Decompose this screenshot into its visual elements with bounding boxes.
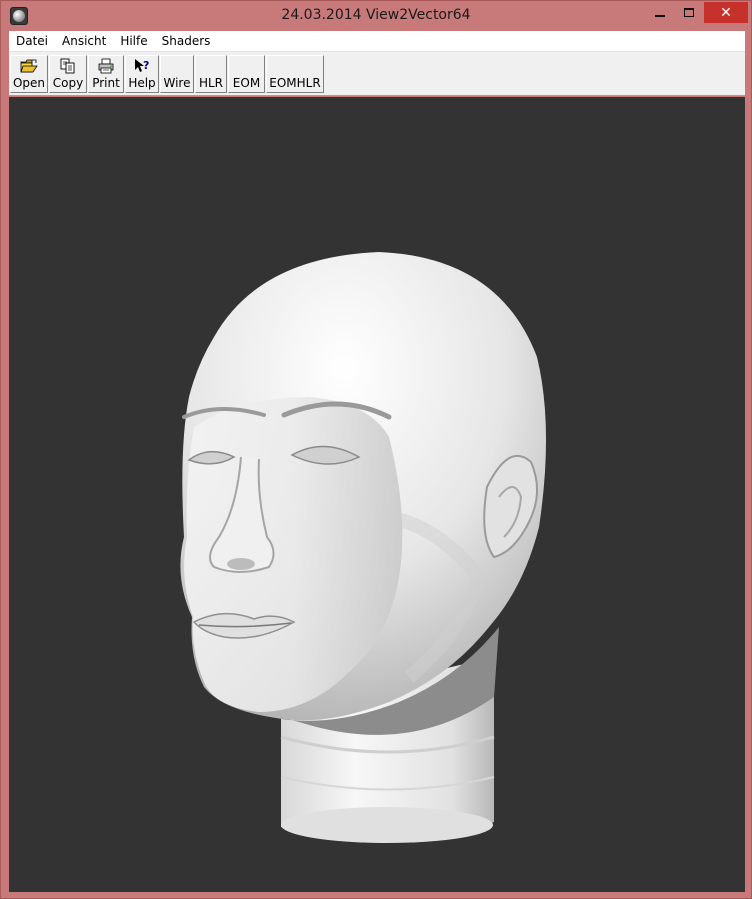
copy-button[interactable]: Copy	[49, 55, 87, 93]
3d-viewport[interactable]	[9, 97, 745, 892]
help-pointer-icon: ?	[135, 59, 149, 72]
wire-button-label: Wire	[163, 76, 191, 90]
help-button-label: Help	[128, 76, 156, 90]
print-button-label: Print	[92, 76, 120, 90]
eomhlr-button[interactable]: EOMHLR	[266, 55, 324, 93]
menu-bar: Datei Ansicht Hilfe Shaders	[9, 31, 745, 52]
printer-icon	[98, 58, 114, 74]
window-title: 24.03.2014 View2Vector64	[281, 7, 471, 23]
copy-button-label: Copy	[52, 76, 84, 90]
minimize-button[interactable]	[646, 2, 674, 23]
hlr-button-label: HLR	[198, 76, 224, 90]
menu-hilfe[interactable]: Hilfe	[113, 31, 154, 52]
toolbar: Open Copy Print ? Help Wire HLR EOM EOMH…	[9, 52, 745, 96]
eomhlr-button-label: EOMHLR	[269, 76, 321, 90]
help-button[interactable]: ? Help	[125, 55, 159, 93]
shaded-head-model[interactable]	[9, 97, 745, 892]
menu-datei[interactable]: Datei	[9, 31, 55, 52]
eom-button-label: EOM	[232, 76, 261, 90]
wire-button[interactable]: Wire	[160, 55, 194, 93]
maximize-icon	[684, 8, 694, 17]
copy-icon	[60, 58, 75, 74]
app-window: 24.03.2014 View2Vector64 ✕ Datei Ansicht…	[0, 0, 752, 899]
svg-text:?: ?	[143, 59, 149, 72]
close-icon: ✕	[720, 4, 732, 21]
open-button-label: Open	[12, 76, 46, 90]
hlr-button[interactable]: HLR	[195, 55, 227, 93]
eom-button[interactable]: EOM	[228, 55, 265, 93]
menu-ansicht[interactable]: Ansicht	[55, 31, 113, 52]
minimize-icon	[655, 14, 665, 17]
menu-shaders[interactable]: Shaders	[155, 31, 218, 52]
folder-open-icon	[20, 59, 38, 73]
close-button[interactable]: ✕	[704, 2, 748, 23]
open-button[interactable]: Open	[10, 55, 48, 93]
maximize-button[interactable]	[675, 2, 703, 23]
print-button[interactable]: Print	[88, 55, 124, 93]
title-bar[interactable]: 24.03.2014 View2Vector64 ✕	[1, 1, 751, 31]
